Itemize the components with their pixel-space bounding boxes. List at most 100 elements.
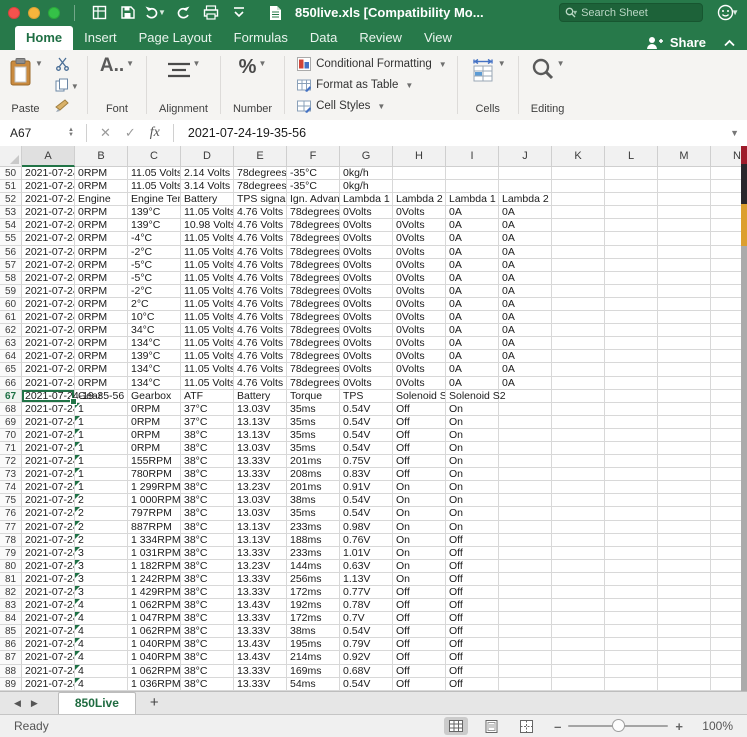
- cell-G59[interactable]: 0Volts: [340, 285, 393, 298]
- cell-B52[interactable]: Engine: [75, 193, 128, 206]
- cell-M69[interactable]: [658, 416, 711, 429]
- cell-D80[interactable]: 38°C: [181, 560, 234, 573]
- cell-E86[interactable]: 13.43V: [234, 638, 287, 651]
- cell-K56[interactable]: [552, 246, 605, 259]
- cell-F55[interactable]: 78degrees: [287, 232, 340, 245]
- cell-H51[interactable]: [393, 180, 446, 193]
- cell-C59[interactable]: -2°C: [128, 285, 181, 298]
- cell-F70[interactable]: 35ms: [287, 429, 340, 442]
- cell-L75[interactable]: [605, 494, 658, 507]
- cell-F75[interactable]: 38ms: [287, 494, 340, 507]
- cell-A72[interactable]: 2021-07-24: [22, 455, 75, 468]
- cut-button[interactable]: [55, 56, 79, 72]
- cell-E73[interactable]: 13.33V: [234, 468, 287, 481]
- cell-F89[interactable]: 54ms: [287, 678, 340, 691]
- row-header-70[interactable]: 70: [0, 429, 22, 442]
- cell-B81[interactable]: 3: [75, 573, 128, 586]
- cell-K59[interactable]: [552, 285, 605, 298]
- editing-group-button[interactable]: ▼ Editing: [523, 50, 573, 120]
- number-group-button[interactable]: %▼ Number: [225, 50, 280, 120]
- cell-I53[interactable]: 0A: [446, 206, 499, 219]
- cell-E89[interactable]: 13.33V: [234, 678, 287, 691]
- cell-N69[interactable]: [711, 416, 741, 429]
- cell-H72[interactable]: Off: [393, 455, 446, 468]
- cell-H50[interactable]: [393, 167, 446, 180]
- cell-C60[interactable]: 2°C: [128, 298, 181, 311]
- cell-D56[interactable]: 11.05 Volts: [181, 246, 234, 259]
- cell-B70[interactable]: 1: [75, 429, 128, 442]
- cell-M86[interactable]: [658, 638, 711, 651]
- cell-C68[interactable]: 0RPM: [128, 403, 181, 416]
- cell-H66[interactable]: 0Volts: [393, 377, 446, 390]
- cell-H57[interactable]: 0Volts: [393, 259, 446, 272]
- row-header-83[interactable]: 83: [0, 599, 22, 612]
- cell-K61[interactable]: [552, 311, 605, 324]
- normal-view-button[interactable]: [444, 717, 468, 735]
- cell-B68[interactable]: 1: [75, 403, 128, 416]
- column-header-D[interactable]: D: [181, 146, 234, 167]
- cell-N64[interactable]: [711, 350, 741, 363]
- row-header-88[interactable]: 88: [0, 665, 22, 678]
- cell-A81[interactable]: 2021-07-24: [22, 573, 75, 586]
- search-scope-dropdown-icon[interactable]: ▾: [573, 8, 577, 17]
- cell-E61[interactable]: 4.76 Volts: [234, 311, 287, 324]
- cell-A89[interactable]: 2021-07-24: [22, 678, 75, 691]
- cell-C55[interactable]: -4°C: [128, 232, 181, 245]
- cell-M50[interactable]: [658, 167, 711, 180]
- cell-H80[interactable]: On: [393, 560, 446, 573]
- cell-E58[interactable]: 4.76 Volts: [234, 272, 287, 285]
- cell-F56[interactable]: 78degrees: [287, 246, 340, 259]
- row-header-56[interactable]: 56: [0, 246, 22, 259]
- cell-J87[interactable]: [499, 651, 552, 664]
- number-dropdown-icon[interactable]: ▼: [258, 59, 266, 68]
- cell-N72[interactable]: [711, 455, 741, 468]
- cell-G70[interactable]: 0.54V: [340, 429, 393, 442]
- cell-N70[interactable]: [711, 429, 741, 442]
- cell-J86[interactable]: [499, 638, 552, 651]
- cell-M83[interactable]: [658, 599, 711, 612]
- cell-K60[interactable]: [552, 298, 605, 311]
- row-header-63[interactable]: 63: [0, 337, 22, 350]
- cell-C57[interactable]: -5°C: [128, 259, 181, 272]
- cell-D59[interactable]: 11.05 Volts: [181, 285, 234, 298]
- cell-K74[interactable]: [552, 481, 605, 494]
- zoom-out-button[interactable]: –: [554, 719, 561, 734]
- page-layout-view-button[interactable]: [479, 717, 503, 735]
- alignment-group-button[interactable]: ▼ Alignment: [151, 50, 216, 120]
- cell-M84[interactable]: [658, 612, 711, 625]
- new-workbook-button[interactable]: [87, 2, 111, 24]
- row-header-54[interactable]: 54: [0, 219, 22, 232]
- cell-D79[interactable]: 38°C: [181, 547, 234, 560]
- cell-I61[interactable]: 0A: [446, 311, 499, 324]
- cell-A84[interactable]: 2021-07-24: [22, 612, 75, 625]
- cell-I55[interactable]: 0A: [446, 232, 499, 245]
- cell-N51[interactable]: [711, 180, 741, 193]
- cell-H64[interactable]: 0Volts: [393, 350, 446, 363]
- cell-F79[interactable]: 233ms: [287, 547, 340, 560]
- cell-G50[interactable]: 0kg/h: [340, 167, 393, 180]
- cell-B77[interactable]: 2: [75, 521, 128, 534]
- cell-I73[interactable]: On: [446, 468, 499, 481]
- row-header-59[interactable]: 59: [0, 285, 22, 298]
- cell-E77[interactable]: 13.13V: [234, 521, 287, 534]
- cell-I78[interactable]: Off: [446, 534, 499, 547]
- column-header-N[interactable]: N: [711, 146, 741, 167]
- cell-C54[interactable]: 139°C: [128, 219, 181, 232]
- row-header-66[interactable]: 66: [0, 377, 22, 390]
- row-header-58[interactable]: 58: [0, 272, 22, 285]
- undo-button[interactable]: ▼: [143, 2, 167, 24]
- cell-N76[interactable]: [711, 507, 741, 520]
- row-header-53[interactable]: 53: [0, 206, 22, 219]
- cell-D60[interactable]: 11.05 Volts: [181, 298, 234, 311]
- cell-N53[interactable]: [711, 206, 741, 219]
- row-header-73[interactable]: 73: [0, 468, 22, 481]
- cell-G77[interactable]: 0.98V: [340, 521, 393, 534]
- cell-N57[interactable]: [711, 259, 741, 272]
- cell-M89[interactable]: [658, 678, 711, 691]
- cell-L83[interactable]: [605, 599, 658, 612]
- cell-C88[interactable]: 1 062RPM: [128, 665, 181, 678]
- cell-L72[interactable]: [605, 455, 658, 468]
- cell-E76[interactable]: 13.03V: [234, 507, 287, 520]
- cell-E52[interactable]: TPS signal: [234, 193, 287, 206]
- cell-G80[interactable]: 0.63V: [340, 560, 393, 573]
